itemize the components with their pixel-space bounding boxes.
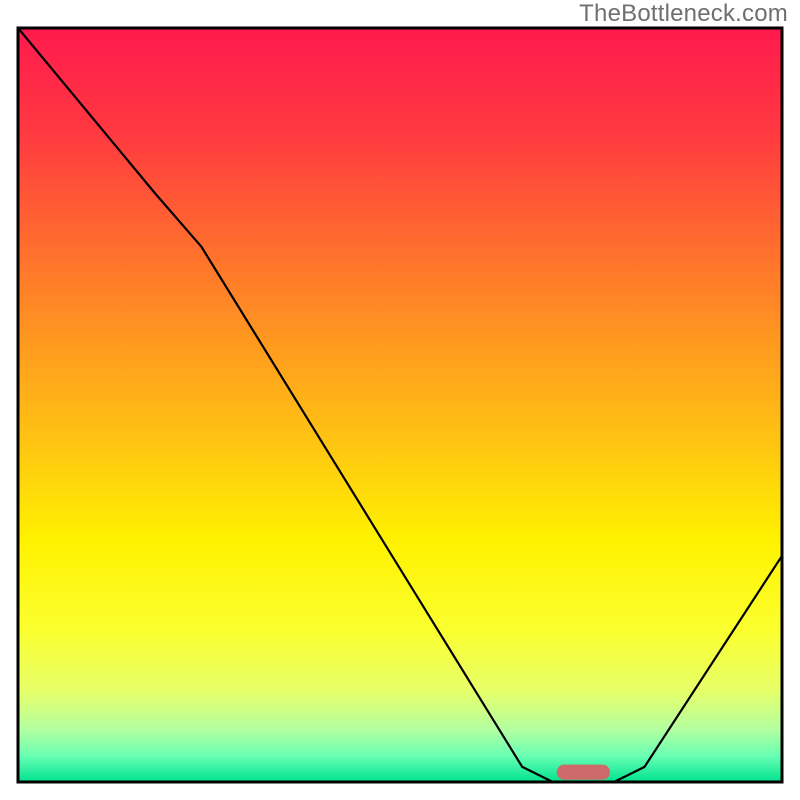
gradient-background xyxy=(18,28,782,782)
plot-area xyxy=(18,28,782,782)
bottleneck-chart: TheBottleneck.com xyxy=(0,0,800,800)
chart-svg xyxy=(0,0,800,800)
optimal-range-marker xyxy=(557,765,610,780)
